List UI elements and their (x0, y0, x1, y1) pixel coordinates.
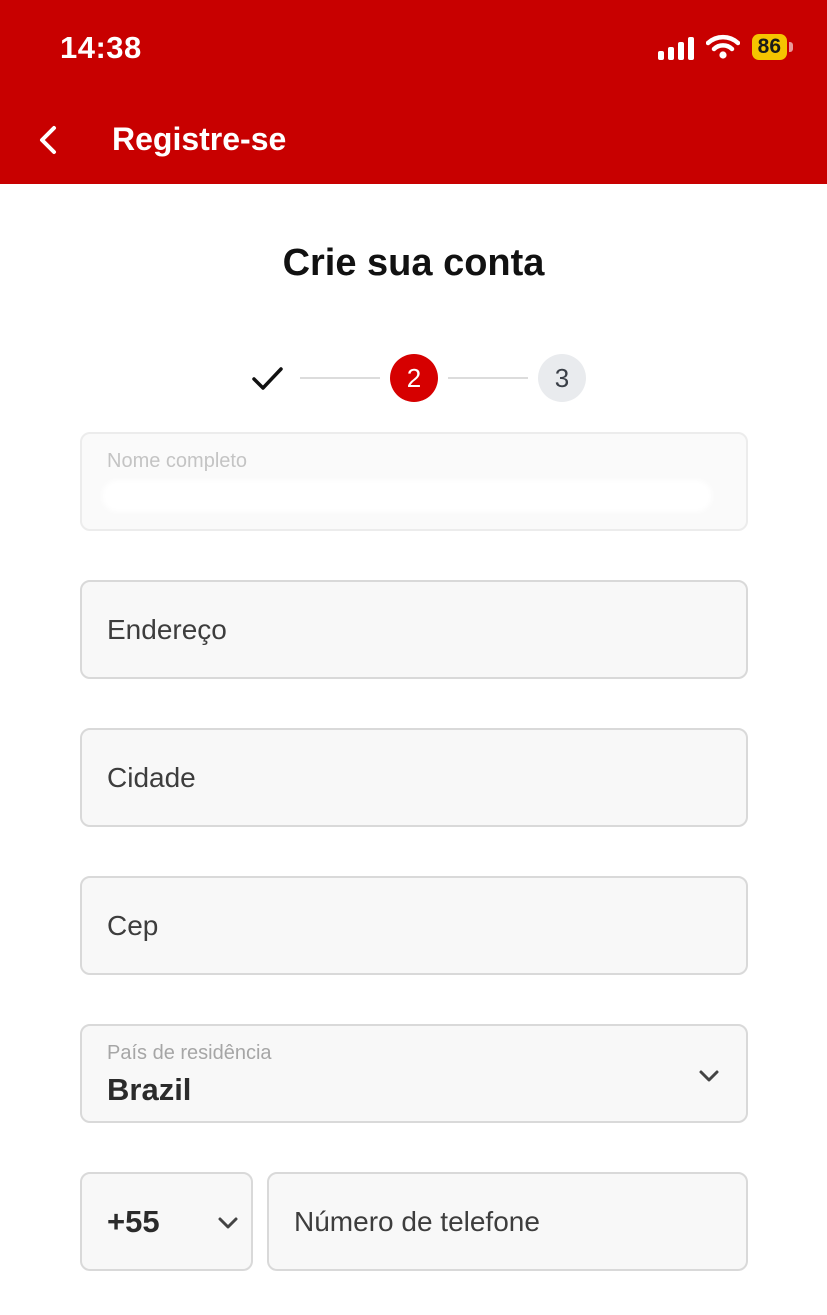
nav-title: Registre-se (112, 121, 287, 157)
chevron-down-icon (699, 1070, 719, 1082)
status-time: 14:38 (60, 30, 142, 65)
phone-code-value: +55 (107, 1204, 160, 1239)
battery-level: 86 (751, 34, 787, 60)
status-icons: 86 (657, 34, 793, 60)
zip-placeholder: Cep (107, 910, 159, 941)
battery-icon: 86 (751, 34, 793, 60)
chevron-down-icon (218, 1217, 238, 1229)
progress-stepper: 2 3 (0, 354, 827, 402)
redacted-name-value (102, 480, 712, 512)
country-select[interactable]: País de residência Brazil (80, 1024, 748, 1123)
chevron-left-icon (40, 126, 56, 154)
step-1-check-icon (252, 367, 283, 390)
phone-number-field[interactable]: Número de telefone (267, 1172, 748, 1271)
address-field[interactable]: Endereço (80, 580, 748, 679)
city-field[interactable]: Cidade (80, 728, 748, 827)
page-title: Crie sua conta (282, 242, 545, 284)
full-name-field[interactable]: Nome completo (80, 432, 748, 531)
step-connector (300, 377, 380, 379)
country-label: País de residência (107, 1042, 272, 1064)
cellular-signal-icon (657, 34, 694, 60)
address-placeholder: Endereço (107, 614, 227, 645)
back-button[interactable] (26, 118, 70, 162)
zip-field[interactable]: Cep (80, 876, 748, 975)
phone-placeholder: Número de telefone (294, 1206, 540, 1237)
wifi-icon (705, 34, 740, 59)
app-header: 14:38 86 Registre-se (0, 0, 827, 184)
city-placeholder: Cidade (107, 762, 196, 793)
step-2-active: 2 (390, 354, 438, 402)
phone-country-code-select[interactable]: +55 (80, 1172, 253, 1271)
country-value: Brazil (107, 1072, 192, 1107)
step-connector (448, 377, 528, 379)
step-3-inactive: 3 (538, 354, 586, 402)
full-name-label: Nome completo (107, 450, 248, 472)
